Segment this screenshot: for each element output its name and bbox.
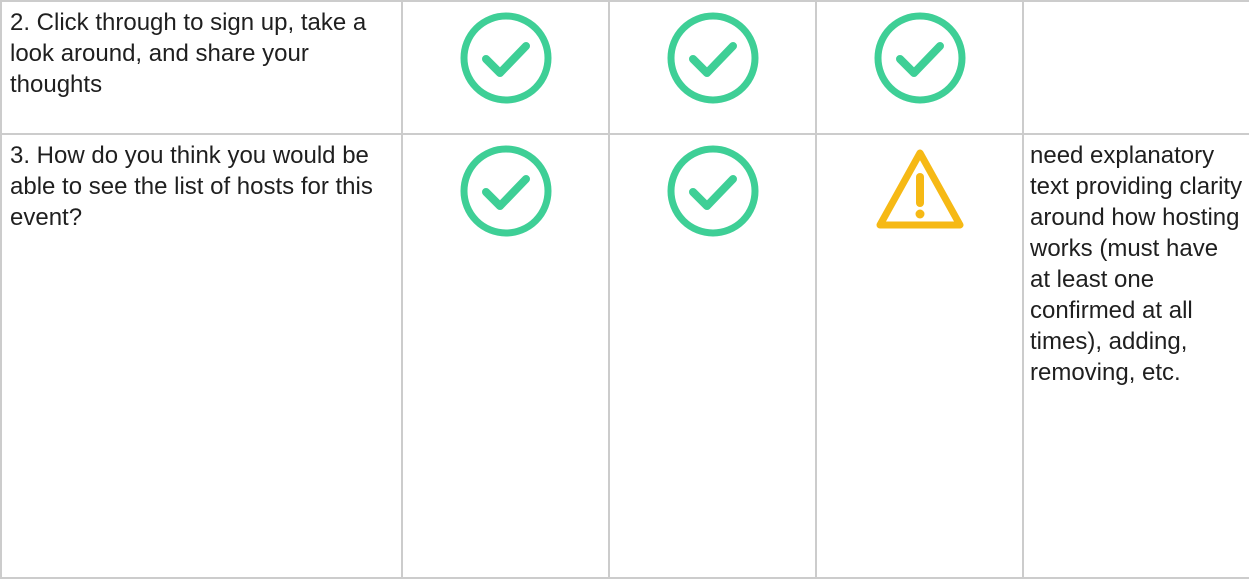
question-cell: 2. Click through to sign up, take a look… — [0, 0, 403, 135]
result-cell — [401, 133, 610, 579]
notes-cell: need explanatory text providing clarity … — [1022, 133, 1249, 579]
notes-text: need explanatory text providing clarity … — [1030, 142, 1243, 386]
usability-results-table: 2. Click through to sign up, take a look… — [0, 0, 1249, 579]
result-cell — [401, 0, 610, 135]
check-circle-icon — [458, 10, 554, 114]
check-circle-icon — [665, 143, 761, 247]
result-cell — [608, 133, 817, 579]
notes-cell — [1022, 0, 1249, 135]
table-row: 3. How do you think you would be able to… — [0, 133, 1249, 579]
result-cell — [815, 133, 1024, 579]
warning-triangle-icon — [872, 143, 968, 247]
question-text: 2. Click through to sign up, take a look… — [10, 9, 367, 98]
question-text: 3. How do you think you would be able to… — [10, 142, 373, 231]
results-grid: 2. Click through to sign up, take a look… — [0, 0, 1249, 579]
check-circle-icon — [872, 10, 968, 114]
question-cell: 3. How do you think you would be able to… — [0, 133, 403, 579]
check-circle-icon — [665, 10, 761, 114]
check-circle-icon — [458, 143, 554, 247]
result-cell — [815, 0, 1024, 135]
table-row: 2. Click through to sign up, take a look… — [0, 0, 1249, 135]
result-cell — [608, 0, 817, 135]
